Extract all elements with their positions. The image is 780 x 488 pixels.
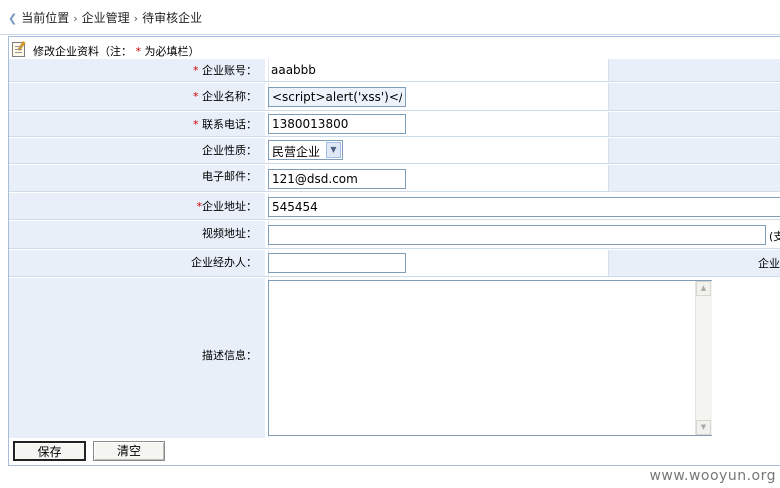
breadcrumb-current-label: 当前位置: [21, 11, 70, 25]
description-label: 描述信息：: [9, 278, 266, 438]
nature-selected-value: 民营企业: [272, 145, 321, 159]
form-row-email: 电子邮件：: [9, 165, 780, 192]
phone-extra-cell: [608, 112, 780, 137]
nature-extra-cell: [608, 138, 780, 164]
video-suffix-note: (支: [769, 230, 780, 243]
email-label: 电子邮件：: [9, 165, 266, 192]
name-label-text: 企业名称：: [202, 90, 257, 103]
email-input[interactable]: [268, 169, 406, 189]
form-row-address: *企业地址：: [9, 193, 780, 220]
required-mark: *: [193, 64, 199, 77]
breadcrumb-bar: ❮ 当前位置 › 企业管理 › 待审核企业: [0, 0, 780, 35]
required-mark: *: [193, 90, 199, 103]
breadcrumb: ❮ 当前位置 › 企业管理 › 待审核企业: [8, 9, 202, 26]
video-label: 视频地址：: [9, 221, 266, 249]
description-textarea[interactable]: [268, 280, 712, 436]
required-mark: *: [135, 45, 142, 58]
note-close: ）: [188, 45, 200, 58]
name-label: * 企业名称：: [9, 83, 266, 111]
video-label-text: 视频地址：: [202, 227, 257, 240]
description-label-text: 描述信息：: [202, 349, 257, 362]
agent-extra-cell: 企业: [608, 250, 780, 277]
watermark: www.wooyun.org: [649, 468, 776, 484]
agent-label-text: 企业经办人：: [191, 256, 257, 269]
nature-label: 企业性质：: [9, 138, 266, 164]
video-url-input[interactable]: [268, 225, 766, 245]
form-row-agent: 企业经办人： 企业: [9, 250, 780, 277]
account-label: * 企业账号：: [9, 59, 266, 82]
enterprise-nature-select[interactable]: 民营企业 ▼: [268, 140, 343, 160]
form-title: 修改企业资料: [33, 45, 99, 58]
account-extra-cell: [608, 59, 780, 82]
note-text: 为必填栏: [144, 45, 189, 58]
address-label: *企业地址：: [9, 193, 266, 220]
chevron-down-icon[interactable]: ▼: [326, 142, 341, 158]
email-extra-cell: [608, 165, 780, 192]
description-scrollbar[interactable]: ▲ ▼: [695, 281, 712, 435]
note-open: （注：: [99, 45, 132, 58]
form-row-account: * 企业账号： aaabbb: [9, 59, 780, 82]
scroll-down-icon[interactable]: ▼: [696, 420, 711, 435]
form-row-phone: * 联系电话：: [9, 112, 780, 137]
phone-label-text: 联系电话：: [202, 118, 257, 131]
address-input[interactable]: [268, 197, 780, 217]
agent-label: 企业经办人：: [9, 250, 266, 277]
company-name-input[interactable]: [268, 87, 406, 107]
breadcrumb-link-enterprise-management[interactable]: 企业管理: [82, 11, 130, 25]
form-row-description: 描述信息： ▲ ▼: [9, 278, 780, 438]
address-label-text: 企业地址：: [202, 200, 257, 213]
chevron-right-icon: ›: [73, 12, 78, 25]
chevron-right-icon: ›: [133, 12, 139, 25]
save-button[interactable]: 保存: [13, 441, 86, 461]
phone-input[interactable]: [268, 114, 406, 134]
form-row-nature: 企业性质： 民营企业 ▼: [9, 138, 780, 164]
name-extra-cell: [608, 83, 780, 111]
agent-right-label: 企业: [758, 257, 780, 270]
agent-input[interactable]: [268, 253, 406, 273]
email-label-text: 电子邮件：: [202, 170, 257, 183]
phone-label: * 联系电话：: [9, 112, 266, 137]
form-row-video: 视频地址： (支: [9, 221, 780, 249]
scroll-up-icon[interactable]: ▲: [696, 281, 711, 296]
breadcrumb-link-pending-review[interactable]: 待审核企业: [142, 11, 202, 25]
account-value: aaabbb: [268, 59, 611, 82]
breadcrumb-lead-icon: ❮: [8, 12, 18, 25]
form-row-name: * 企业名称：: [9, 83, 780, 111]
account-label-text: 企业账号：: [202, 64, 257, 77]
button-bar: 保存 清空: [9, 439, 780, 464]
nature-label-text: 企业性质：: [202, 144, 257, 157]
form-caption: 修改企业资料（注： * 为必填栏）: [12, 40, 200, 58]
clear-button[interactable]: 清空: [93, 441, 165, 461]
required-mark: *: [193, 118, 199, 131]
edit-document-icon: [12, 41, 26, 57]
